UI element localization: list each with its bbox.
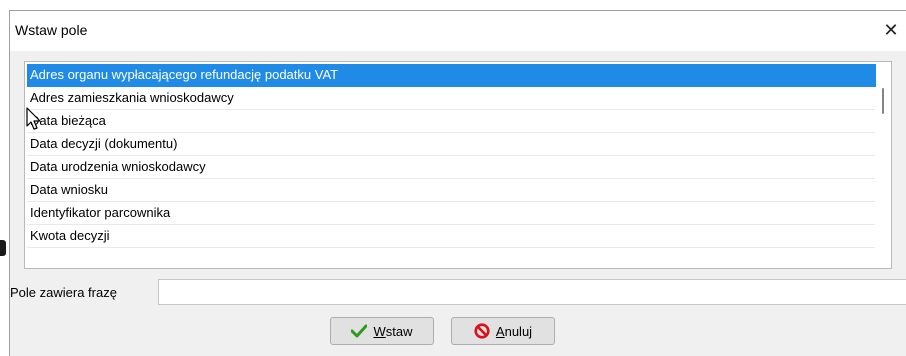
field-list[interactable]: Adres organu wypłacającego refundację po… xyxy=(24,61,892,269)
list-item[interactable]: Data bieżąca xyxy=(27,110,875,133)
close-icon: ✕ xyxy=(883,20,899,40)
list-scrollbar[interactable] xyxy=(876,64,890,266)
checkmark-icon xyxy=(351,324,368,338)
cancel-button-label: Anuluj xyxy=(495,323,533,339)
mouse-pointer-icon xyxy=(26,107,41,130)
filter-label: Pole zawiera frazę xyxy=(10,285,117,300)
insert-field-dialog: Wstaw pole ✕ Adres organu wypłacającego … xyxy=(9,10,906,356)
insert-button-label: Wstaw xyxy=(373,323,413,339)
no-entry-icon xyxy=(474,323,490,339)
close-button[interactable]: ✕ xyxy=(876,15,906,45)
cancel-button[interactable]: Anuluj xyxy=(451,317,555,345)
background-window-edge xyxy=(0,240,6,256)
list-item[interactable]: Data wniosku xyxy=(27,179,875,202)
list-item[interactable]: Data urodzenia wnioskodawcy xyxy=(27,156,875,179)
title-bar: Wstaw pole ✕ xyxy=(10,11,906,51)
scrollbar-thumb[interactable] xyxy=(882,88,884,114)
dialog-title: Wstaw pole xyxy=(15,22,88,38)
list-item[interactable]: Identyfikator parcownika xyxy=(27,202,875,225)
list-item[interactable]: Data decyzji (dokumentu) xyxy=(27,133,875,156)
list-item[interactable]: Kwota decyzji xyxy=(27,225,875,248)
filter-input[interactable] xyxy=(158,279,906,305)
insert-button[interactable]: Wstaw xyxy=(330,317,434,345)
list-item[interactable]: Adres organu wypłacającego refundację po… xyxy=(27,64,876,87)
list-item[interactable]: Adres zamieszkania wnioskodawcy xyxy=(27,87,875,110)
